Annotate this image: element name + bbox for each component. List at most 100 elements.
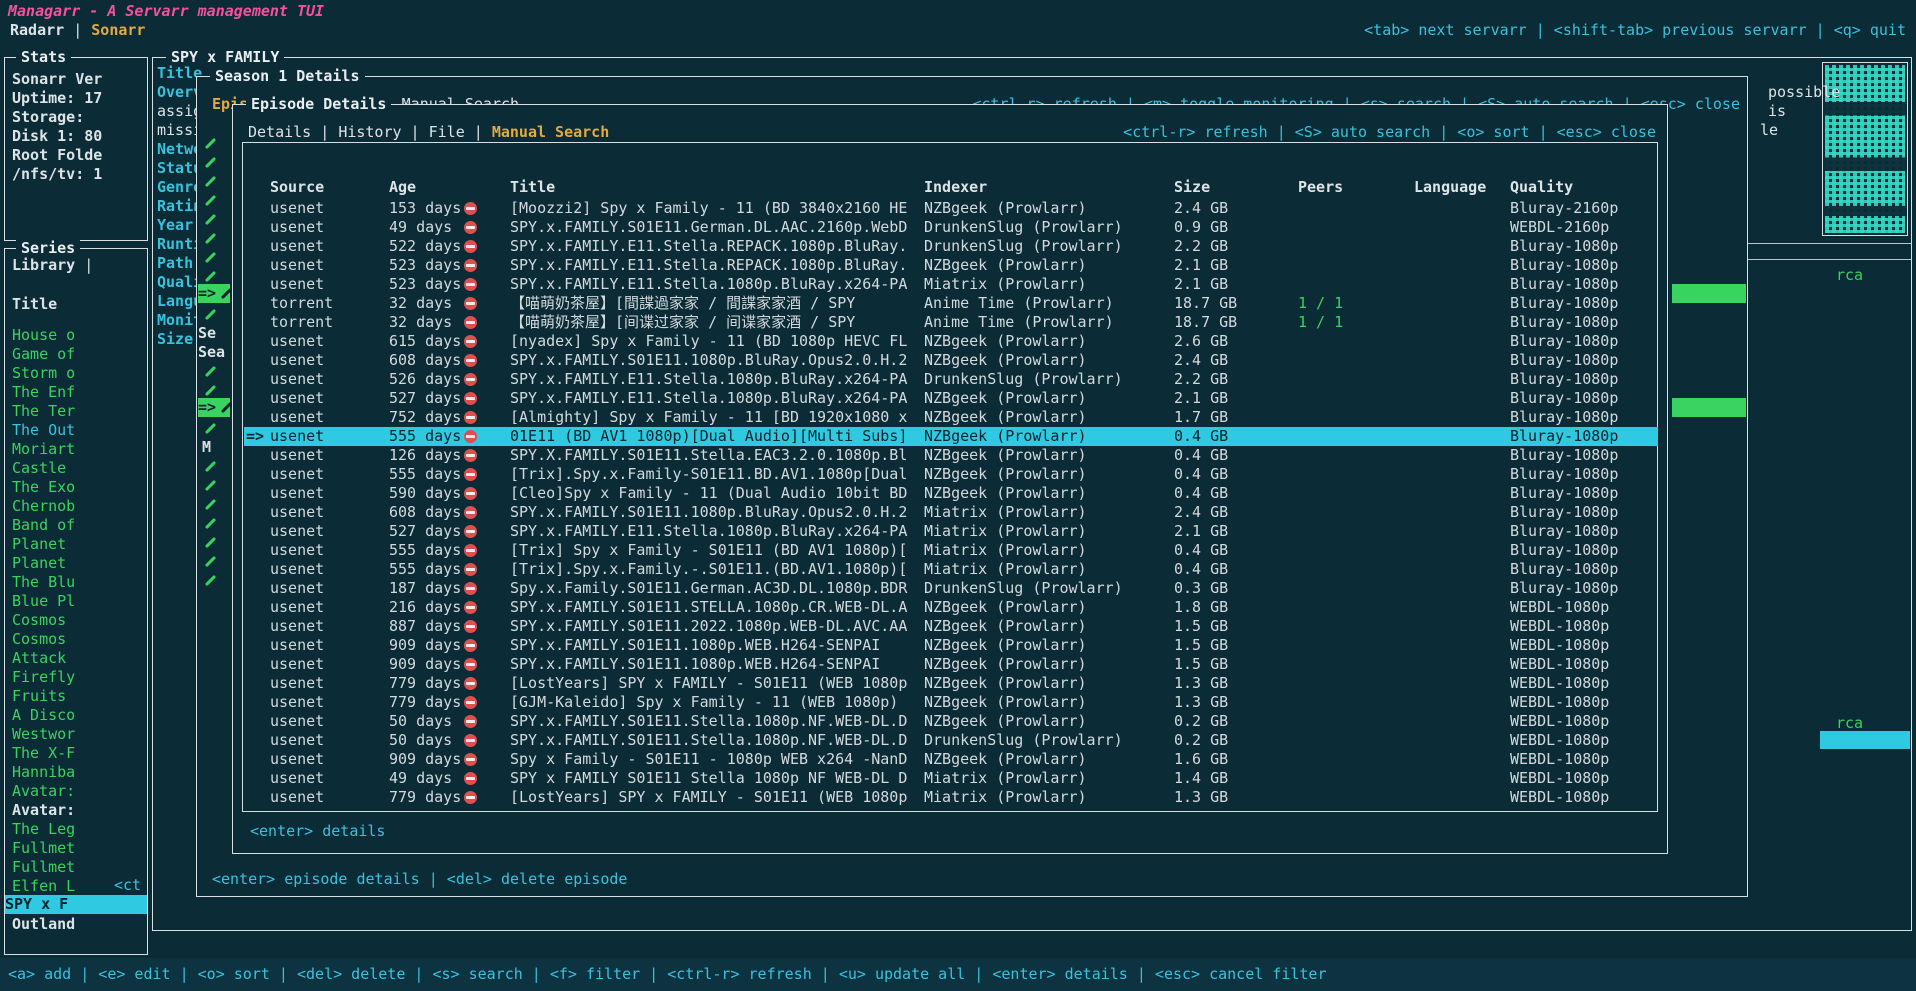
release-row[interactable]: usenet522 daysSPY.x.FAMILY.E11.Stella.RE… [244,237,1658,256]
sidebar-item[interactable]: Game of [12,345,75,364]
sidebar-item[interactable]: Elfen L [12,877,75,896]
sidebar-item[interactable]: The Enf [12,383,75,402]
rejection-icon [464,392,477,405]
release-language [1414,313,1504,332]
release-source: usenet [270,446,385,465]
sidebar-item[interactable]: Chernob [12,497,75,516]
release-language [1414,389,1504,408]
sidebar-item[interactable]: The Leg [12,820,75,839]
sidebar-item[interactable]: Band of [12,516,75,535]
tab-file[interactable]: File [429,123,465,141]
release-row[interactable]: usenet909 daysSPY.x.FAMILY.S01E11.1080p.… [244,636,1658,655]
release-row[interactable]: usenet779 days[LostYears] SPY x FAMILY -… [244,788,1658,807]
episode-table-fragment: M [202,438,211,457]
release-title: SPY.x.FAMILY.E11.Stella.1080p.BluRay.x26… [510,522,916,541]
release-row[interactable]: torrent32 days【喵萌奶茶屋】[间谍过家家 / 间谍家家酒 / SP… [244,313,1658,332]
release-row[interactable]: usenet752 days[Almighty] Spy x Family - … [244,408,1658,427]
sidebar-item[interactable]: Cosmos [12,611,66,630]
sidebar-item[interactable]: Moriart [12,440,75,459]
tab-manual-search[interactable]: Manual Search [492,123,609,141]
release-row[interactable]: usenet779 days[GJM-Kaleido] Spy x Family… [244,693,1658,712]
release-size: 2.2 GB [1174,370,1284,389]
release-row[interactable]: usenet523 daysSPY.x.FAMILY.E11.Stella.RE… [244,256,1658,275]
sidebar-item[interactable]: Avatar: [12,782,75,801]
nav-tab-radarr[interactable]: Radarr [10,21,64,39]
release-row[interactable]: usenet555 days[Trix] Spy x Family - S01E… [244,541,1658,560]
sidebar-item[interactable]: Castle [12,459,66,478]
sidebar-item[interactable]: The X-F [12,744,75,763]
release-size: 2.2 GB [1174,237,1284,256]
release-language [1414,408,1504,427]
tab-library[interactable]: Library [12,256,75,274]
sidebar-item[interactable]: The Blu [12,573,75,592]
sidebar-item[interactable]: Hanniba [12,763,75,782]
sidebar-item[interactable]: Fruits [12,687,66,706]
release-peers [1298,579,1403,598]
release-title: SPY.x.FAMILY.E11.Stella.1080p.BluRay.x26… [510,389,916,408]
release-row[interactable]: usenet49 daysSPY.x.FAMILY.S01E11.German.… [244,218,1658,237]
sidebar-item[interactable]: Planet [12,535,66,554]
release-row[interactable]: torrent32 days【喵萌奶茶屋】[間諜過家家 / 間諜家家酒 / SP… [244,294,1658,313]
sidebar-item[interactable]: Blue Pl [12,592,75,611]
release-row[interactable]: usenet555 days[Trix].Spy.x.Family-S01E11… [244,465,1658,484]
sidebar-item[interactable]: Attack [12,649,66,668]
release-row[interactable]: usenet608 daysSPY.x.FAMILY.S01E11.1080p.… [244,351,1658,370]
sidebar-item[interactable]: The Ter [12,402,75,421]
sidebar-item[interactable]: Outland [12,915,75,934]
release-size: 0.4 GB [1174,560,1284,579]
release-row[interactable]: usenet590 days[Cleo]Spy x Family - 11 (D… [244,484,1658,503]
release-row[interactable]: usenet153 days[Moozzi2] Spy x Family - 1… [244,199,1658,218]
sidebar-item[interactable]: Firefly [12,668,75,687]
release-row[interactable]: usenet523 daysSPY.x.FAMILY.E11.Stella.10… [244,275,1658,294]
rejection-icon [464,563,477,576]
sidebar-item[interactable]: Planet [12,554,66,573]
release-row[interactable]: usenet216 daysSPY.x.FAMILY.S01E11.STELLA… [244,598,1658,617]
sidebar-item[interactable]: Cosmos [12,630,66,649]
release-row[interactable]: =>usenet555 days01E11 (BD AV1 1080p)[Dua… [244,427,1658,446]
release-row[interactable]: usenet526 daysSPY.x.FAMILY.E11.Stella.10… [244,370,1658,389]
release-row[interactable]: usenet909 daysSpy x Family - S01E11 - 10… [244,750,1658,769]
episode-details-title: Episode Details [246,95,391,114]
sidebar-item[interactable]: Avatar: [12,801,75,820]
tab-history[interactable]: History [338,123,401,141]
sidebar-item[interactable]: Westwor [12,725,75,744]
release-row[interactable]: usenet527 daysSPY.x.FAMILY.E11.Stella.10… [244,522,1658,541]
release-row[interactable]: usenet187 daysSpy.x.Family.S01E11.German… [244,579,1658,598]
episode-footer-help: <enter> details [250,822,385,841]
tab-details[interactable]: Details [248,123,311,141]
release-source: usenet [270,427,385,446]
release-row[interactable]: usenet50 daysSPY.x.FAMILY.S01E11.Stella.… [244,731,1658,750]
release-row[interactable]: usenet555 days[Trix].Spy.x.Family.-.S01E… [244,560,1658,579]
sidebar-item[interactable]: The Out [12,421,75,440]
release-row[interactable]: usenet126 daysSPY.X.FAMILY.S01E11.Stella… [244,446,1658,465]
release-title: [Almighty] Spy x Family - 11 [BD 1920x10… [510,408,916,427]
sidebar-item[interactable]: Fullmet [12,858,75,877]
season-text-fragment: rca [1836,266,1863,285]
release-row[interactable]: usenet608 daysSPY.x.FAMILY.S01E11.1080p.… [244,503,1658,522]
column-header: Size [1174,178,1210,197]
sidebar-item[interactable]: Fullmet [12,839,75,858]
nav-tab-sonarr[interactable]: Sonarr [91,21,145,39]
rejection-icon [464,335,477,348]
release-quality: Bluray-1080p [1510,275,1656,294]
sidebar-item-selected[interactable]: SPY x F [5,895,147,914]
release-row[interactable]: usenet50 daysSPY.x.FAMILY.S01E11.Stella.… [244,712,1658,731]
release-row[interactable]: usenet527 daysSPY.x.FAMILY.E11.Stella.10… [244,389,1658,408]
release-row[interactable]: usenet49 daysSPY x FAMILY S01E11 Stella … [244,769,1658,788]
release-age: 32 days [389,313,464,332]
release-title: Spy.x.Family.S01E11.German.AC3D.DL.1080p… [510,579,916,598]
release-row[interactable]: usenet909 daysSPY.x.FAMILY.S01E11.1080p.… [244,655,1658,674]
release-size: 18.7 GB [1174,313,1284,332]
sidebar-item[interactable]: Storm o [12,364,75,383]
release-source: usenet [270,674,385,693]
sidebar-item[interactable]: House o [12,326,75,345]
release-title: SPY.x.FAMILY.S01E11.2022.1080p.WEB-DL.AV… [510,617,916,636]
release-quality: WEBDL-1080p [1510,674,1656,693]
sidebar-item[interactable]: The Exo [12,478,75,497]
release-size: 18.7 GB [1174,294,1284,313]
sidebar-item[interactable]: A Disco [12,706,75,725]
release-title: SPY.x.FAMILY.E11.Stella.REPACK.1080p.Blu… [510,256,916,275]
release-row[interactable]: usenet779 days[LostYears] SPY x FAMILY -… [244,674,1658,693]
release-row[interactable]: usenet887 daysSPY.x.FAMILY.S01E11.2022.1… [244,617,1658,636]
release-row[interactable]: usenet615 days[nyadex] Spy x Family - 11… [244,332,1658,351]
